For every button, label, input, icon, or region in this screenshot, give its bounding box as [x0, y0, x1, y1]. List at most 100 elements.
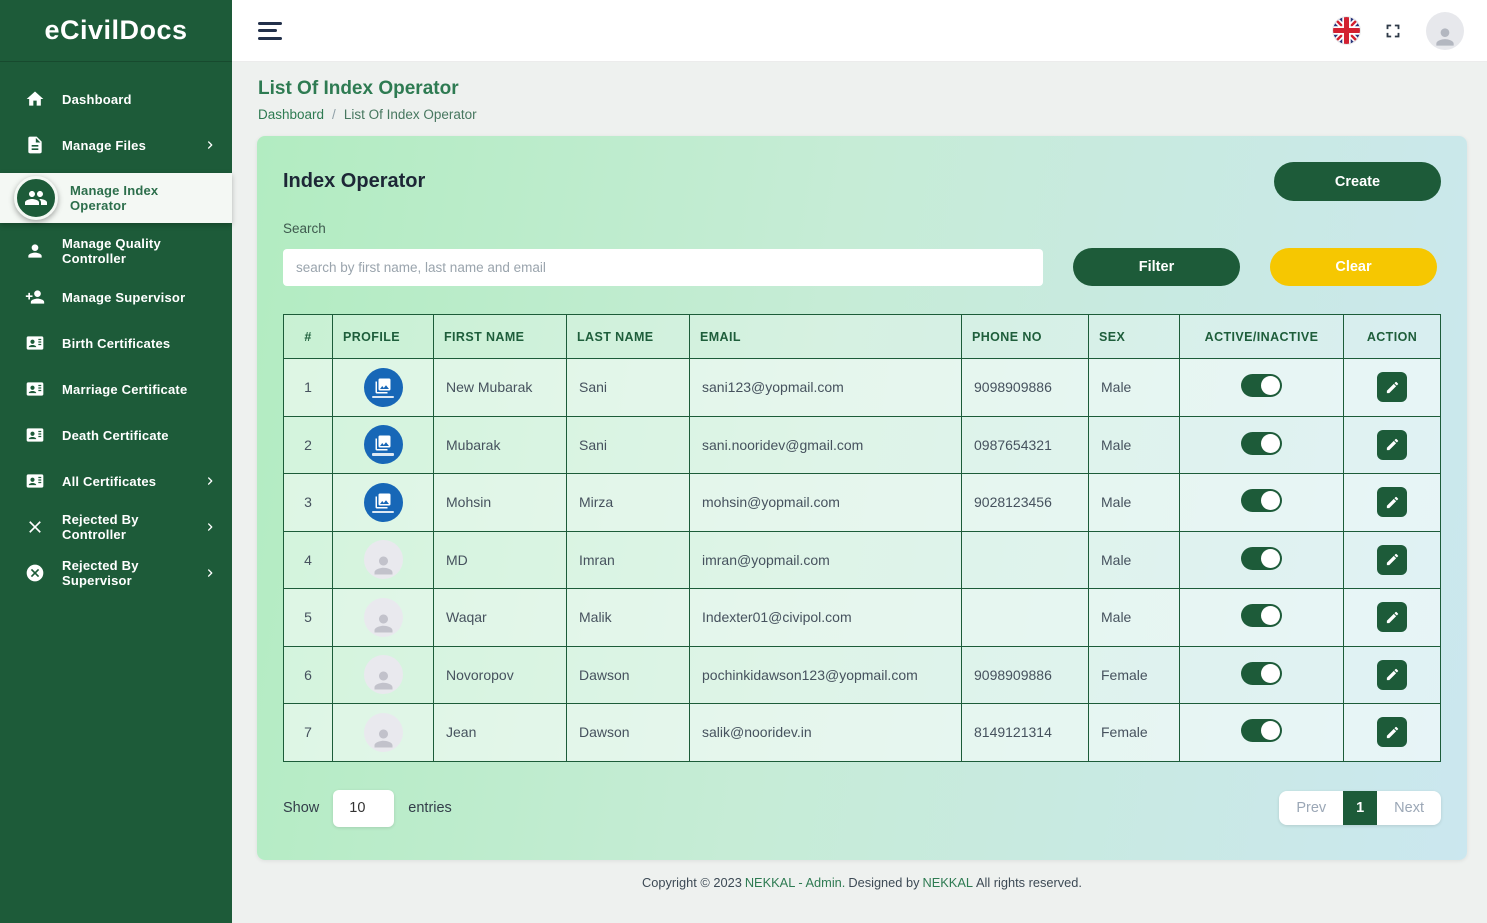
breadcrumb-dashboard-link[interactable]: Dashboard — [258, 107, 324, 122]
sidebar-item-birth-certificates[interactable]: Birth Certificates — [0, 320, 232, 366]
pagination-next-button[interactable]: Next — [1377, 791, 1441, 825]
table-row: 4MDImranimran@yopmail.comMale — [284, 531, 1441, 589]
profile-photo-avatar — [364, 483, 403, 522]
pagination: Prev 1 Next — [1279, 791, 1441, 825]
active-toggle[interactable] — [1241, 374, 1282, 397]
sidebar-item-label: Manage Supervisor — [62, 290, 185, 305]
phone-cell: 0987654321 — [962, 416, 1089, 474]
action-cell — [1344, 646, 1441, 704]
search-input[interactable] — [283, 249, 1043, 286]
phone-cell — [962, 531, 1089, 589]
sidebar-item-rejected-by-controller[interactable]: Rejected By Controller — [0, 504, 232, 550]
show-entries: Show entries — [283, 790, 452, 827]
sidebar-item-marriage-certificate[interactable]: Marriage Certificate — [0, 366, 232, 412]
sex-cell: Female — [1089, 646, 1180, 704]
phone-cell: 8149121314 — [962, 704, 1089, 762]
first-name-cell: Novoropov — [434, 646, 567, 704]
active-toggle[interactable] — [1241, 432, 1282, 455]
create-button[interactable]: Create — [1274, 162, 1441, 201]
profile-placeholder-avatar — [364, 713, 403, 752]
id-card-icon — [24, 470, 46, 492]
edit-button[interactable] — [1377, 660, 1407, 690]
edit-button[interactable] — [1377, 430, 1407, 460]
action-cell — [1344, 474, 1441, 532]
first-name-cell: MD — [434, 531, 567, 589]
column-header-email: EMAIL — [690, 315, 962, 359]
page-title: List Of Index Operator — [258, 78, 1466, 100]
sidebar-item-rejected-by-supervisor[interactable]: Rejected By Supervisor — [0, 550, 232, 596]
profile-cell — [333, 704, 434, 762]
file-icon — [24, 134, 46, 156]
show-label: Show — [283, 800, 319, 816]
operators-table: #PROFILEFIRST NAMELAST NAMEEMAILPHONE NO… — [283, 314, 1441, 762]
table-header-row: #PROFILEFIRST NAMELAST NAMEEMAILPHONE NO… — [284, 315, 1441, 359]
column-header-profile: PROFILE — [333, 315, 434, 359]
sidebar: eCivilDocs DashboardManage FilesManage I… — [0, 0, 232, 923]
active-cell — [1180, 646, 1344, 704]
sidebar-item-manage-files[interactable]: Manage Files — [0, 122, 232, 168]
active-toggle[interactable] — [1241, 489, 1282, 512]
sidebar-item-label: Manage Files — [62, 138, 146, 153]
active-toggle[interactable] — [1241, 547, 1282, 570]
edit-button[interactable] — [1377, 372, 1407, 402]
home-icon — [24, 88, 46, 110]
email-cell: imran@yopmail.com — [690, 531, 962, 589]
table-row: 6NovoropovDawsonpochinkidawson123@yopmai… — [284, 646, 1441, 704]
sidebar-item-death-certificate[interactable]: Death Certificate — [0, 412, 232, 458]
profile-photo-avatar — [364, 368, 403, 407]
search-label: Search — [283, 221, 1441, 236]
entries-count-input[interactable] — [333, 790, 394, 827]
copyright-text: Copyright © 2023 — [642, 875, 742, 890]
rights-text: All rights reserved. — [976, 875, 1082, 890]
row-index: 6 — [284, 646, 333, 704]
edit-button[interactable] — [1377, 717, 1407, 747]
sidebar-item-label: Manage Quality Controller — [62, 236, 218, 266]
sidebar-item-all-certificates[interactable]: All Certificates — [0, 458, 232, 504]
active-toggle[interactable] — [1241, 662, 1282, 685]
pagination-page-1-button[interactable]: 1 — [1343, 791, 1377, 825]
id-card-icon — [24, 332, 46, 354]
profile-cell — [333, 416, 434, 474]
edit-button[interactable] — [1377, 545, 1407, 575]
profile-placeholder-avatar — [364, 540, 403, 579]
pagination-prev-button[interactable]: Prev — [1279, 791, 1343, 825]
first-name-cell: Jean — [434, 704, 567, 762]
last-name-cell: Sani — [567, 416, 690, 474]
email-cell: salik@nooridev.in — [690, 704, 962, 762]
fullscreen-icon[interactable] — [1382, 20, 1404, 42]
active-toggle[interactable] — [1241, 604, 1282, 627]
language-flag-uk-icon[interactable] — [1333, 17, 1360, 44]
last-name-cell: Dawson — [567, 704, 690, 762]
entries-label: entries — [408, 800, 452, 816]
profile-placeholder-avatar — [364, 598, 403, 637]
breadcrumb: Dashboard / List Of Index Operator — [258, 107, 1466, 122]
menu-toggle-icon[interactable] — [258, 22, 282, 40]
table-row: 5WaqarMalikIndexter01@civipol.comMale — [284, 589, 1441, 647]
sidebar-item-manage-quality-controller[interactable]: Manage Quality Controller — [0, 228, 232, 274]
column-header-index: # — [284, 315, 333, 359]
breadcrumb-current: List Of Index Operator — [344, 107, 477, 122]
sex-cell: Male — [1089, 416, 1180, 474]
filter-button[interactable]: Filter — [1073, 248, 1240, 286]
phone-cell — [962, 589, 1089, 647]
sidebar-item-dashboard[interactable]: Dashboard — [0, 76, 232, 122]
clear-button[interactable]: Clear — [1270, 248, 1437, 286]
column-header-last-name: LAST NAME — [567, 315, 690, 359]
action-cell — [1344, 416, 1441, 474]
sidebar-item-manage-supervisor[interactable]: Manage Supervisor — [0, 274, 232, 320]
row-index: 1 — [284, 359, 333, 417]
footer-brand-admin: NEKKAL - Admin. — [745, 875, 846, 890]
edit-button[interactable] — [1377, 602, 1407, 632]
main-area: List Of Index Operator Dashboard / List … — [232, 0, 1487, 923]
page-footer: Copyright © 2023 NEKKAL - Admin. Designe… — [232, 860, 1487, 904]
edit-button[interactable] — [1377, 487, 1407, 517]
active-cell — [1180, 531, 1344, 589]
sex-cell: Female — [1089, 704, 1180, 762]
sex-cell: Male — [1089, 531, 1180, 589]
column-header-phone-no: PHONE NO — [962, 315, 1089, 359]
user-avatar[interactable] — [1426, 12, 1464, 50]
active-toggle[interactable] — [1241, 719, 1282, 742]
chevron-right-icon — [202, 137, 218, 153]
last-name-cell: Dawson — [567, 646, 690, 704]
sidebar-item-manage-index-operator[interactable]: Manage Index Operator — [0, 173, 232, 223]
